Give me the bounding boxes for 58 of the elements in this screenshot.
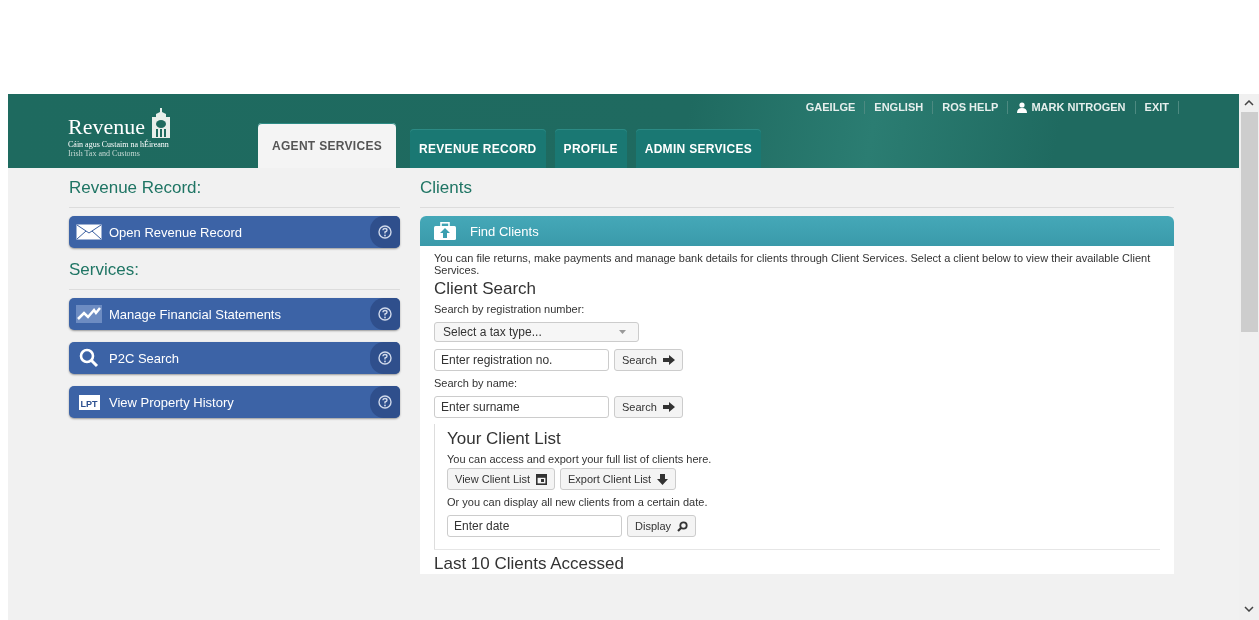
logo-text: Revenue (68, 116, 145, 138)
search-icon (677, 520, 689, 532)
building-icon (150, 108, 171, 138)
chart-line-icon (76, 305, 102, 323)
service-button[interactable]: P2C Search (69, 342, 400, 374)
service-button[interactable]: Open Revenue Record (69, 216, 400, 248)
date-text: Or you can display all new clients from a certain date. (447, 496, 709, 509)
date-input[interactable]: Enter date (447, 515, 622, 537)
view-client-list-button[interactable]: View Client List (447, 468, 555, 490)
envelope-icon (76, 224, 102, 240)
search-icon (79, 348, 99, 368)
export-client-list-button[interactable]: Export Client List (560, 468, 677, 490)
search-button[interactable]: Search (614, 396, 683, 418)
page-heading: Clients (420, 178, 1174, 208)
user-link[interactable]: MARK NITROGEN (1008, 101, 1136, 114)
help-icon (378, 307, 392, 321)
display-button[interactable]: Display (627, 515, 697, 537)
header-link[interactable]: GAEILGE (796, 101, 866, 114)
section-heading: Last 10 Clients Accessed (434, 549, 1160, 574)
section-heading: Client Search (434, 279, 538, 299)
user-icon (1017, 102, 1028, 113)
arrow-right-icon (662, 402, 675, 412)
nav-tab[interactable]: AGENT SERVICES (258, 123, 396, 168)
nav-tab[interactable]: ADMIN SERVICES (635, 129, 762, 168)
lpt-icon: LPT (78, 394, 100, 410)
tax-type-dropdown[interactable]: Select a tax type... (434, 322, 639, 342)
help-icon (378, 225, 392, 239)
window-icon (536, 473, 547, 485)
scrollbar[interactable] (1239, 94, 1259, 620)
header-link[interactable]: ENGLISH (865, 101, 934, 114)
nav-tab[interactable]: PROFILE (554, 129, 627, 168)
header-link[interactable]: EXIT (1135, 101, 1179, 114)
arrow-down-icon (657, 473, 669, 485)
service-button[interactable]: LPT View Property History (69, 386, 400, 418)
field-label: Search by name: (434, 377, 519, 390)
client-list-text: You can access and export your full list of clients here. (447, 453, 713, 465)
section-heading: Services: (69, 260, 400, 290)
scrollbar-thumb[interactable] (1240, 112, 1258, 332)
search-button[interactable]: Search (614, 349, 683, 371)
panel-title: Find Clients (470, 223, 539, 239)
scroll-down-icon (1244, 606, 1254, 612)
service-button[interactable]: Manage Financial Statements (69, 298, 400, 330)
intro-text: You can file returns, make payments and manage bank details for clients through Client Services. Select a client below to view their available Client Services. (434, 252, 1152, 276)
registration-input[interactable]: Enter registration no. (434, 349, 609, 371)
nav-tab[interactable]: REVENUE RECORD (410, 129, 546, 168)
help-icon (378, 351, 392, 365)
caret-icon (619, 330, 626, 334)
section-heading: Your Client List (447, 429, 562, 449)
surname-input[interactable]: Enter surname (434, 396, 609, 418)
field-label: Search by registration number: (434, 303, 586, 316)
header-link[interactable]: ROS HELP (933, 101, 1009, 114)
help-icon (378, 395, 392, 409)
arrow-right-icon (662, 355, 675, 365)
briefcase-icon (434, 222, 456, 240)
logo-subtitle: Irish Tax and Customs (68, 149, 141, 158)
logo-subtitle: Cáin agus Custaim na hÉireann (68, 140, 170, 149)
scroll-up-icon (1244, 100, 1254, 106)
section-heading: Revenue Record: (69, 178, 400, 208)
